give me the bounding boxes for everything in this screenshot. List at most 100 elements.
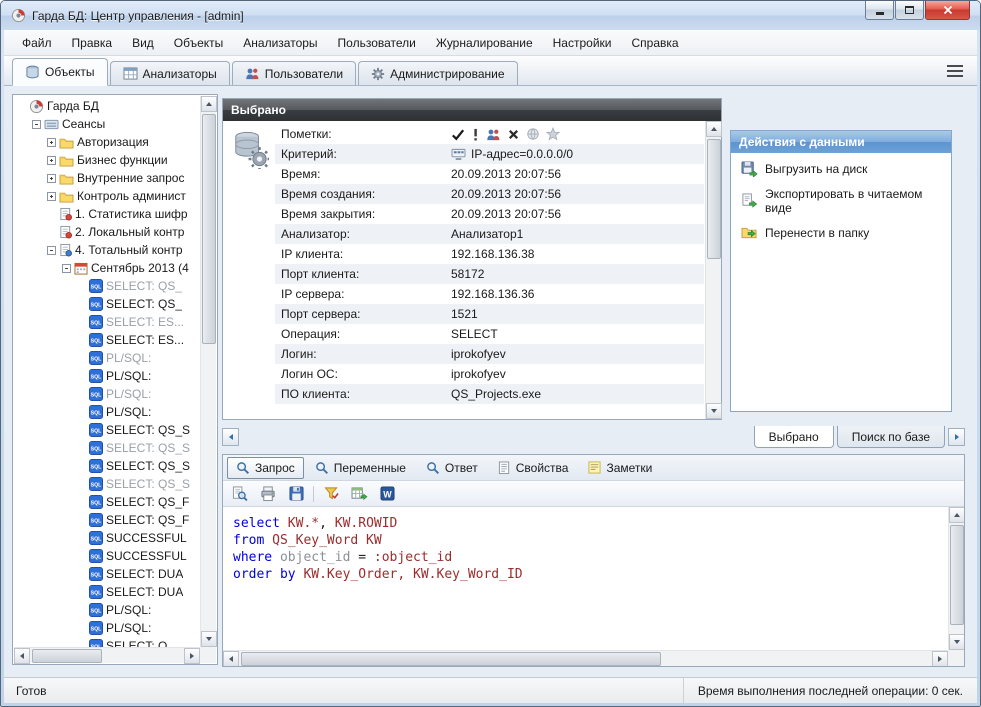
tabs-scroll-right-button[interactable] — [948, 428, 965, 446]
scroll-down-button[interactable] — [706, 403, 722, 419]
tree-item[interactable]: SQLSELECT: QS_S — [14, 421, 200, 439]
scrollbar-thumb[interactable] — [707, 139, 721, 259]
tab-administration[interactable]: Администрирование — [358, 61, 517, 85]
star-icon[interactable] — [546, 127, 560, 141]
editor-horizontal-scrollbar[interactable] — [223, 650, 948, 666]
query-tab-answer[interactable]: Ответ — [417, 457, 487, 479]
menu-users[interactable]: Пользователи — [328, 32, 426, 54]
action-export-readable[interactable]: Экспортировать в читаемом виде — [731, 179, 951, 217]
tree-item[interactable]: SQLPL/SQL: — [14, 385, 200, 403]
tab-users[interactable]: Пользователи — [232, 61, 356, 85]
tree-expander-icon[interactable] — [47, 174, 56, 183]
tree-item[interactable]: Сеансы — [14, 115, 200, 133]
scroll-up-button[interactable] — [706, 121, 722, 137]
check-icon[interactable] — [451, 128, 465, 141]
tree-item[interactable]: SQLPL/SQL: — [14, 367, 200, 385]
tree-item[interactable]: Сентябрь 2013 (4 — [14, 259, 200, 277]
editor-vertical-scrollbar[interactable] — [948, 507, 964, 650]
tree-expander-icon[interactable] — [47, 246, 56, 255]
view-tab-search-db[interactable]: Поиск по базе — [837, 426, 945, 448]
tree-expander-icon[interactable] — [47, 138, 56, 147]
tree-item[interactable]: SQLPL/SQL: — [14, 349, 200, 367]
action-export-disk[interactable]: Выгрузить на диск — [731, 153, 951, 179]
query-tab-variables[interactable]: Переменные — [306, 457, 415, 479]
query-tab-query[interactable]: Запрос — [227, 457, 304, 479]
tree-item[interactable]: SQLSELECT: QS_S — [14, 475, 200, 493]
tree-item[interactable]: SQLPL/SQL: — [14, 619, 200, 637]
close-button[interactable] — [925, 1, 970, 20]
maximize-button[interactable] — [895, 1, 924, 20]
scroll-up-button[interactable] — [949, 507, 964, 523]
scroll-right-button[interactable] — [184, 648, 200, 664]
menu-edit[interactable]: Правка — [62, 32, 123, 54]
tree-item[interactable]: SQLSELECT: QS_F — [14, 493, 200, 511]
menu-file[interactable]: Файл — [12, 32, 62, 54]
cross-icon[interactable] — [507, 128, 520, 141]
tree-item[interactable]: SQLSELECT: DUA — [14, 583, 200, 601]
menu-analyzers[interactable]: Анализаторы — [233, 32, 327, 54]
tree-item[interactable]: SQLSUCCESSFUL — [14, 547, 200, 565]
alert-icon[interactable] — [471, 128, 480, 141]
save-button[interactable] — [285, 484, 307, 504]
scroll-down-button[interactable] — [949, 634, 964, 650]
tree-expander-icon[interactable] — [62, 264, 71, 273]
filter-button[interactable] — [320, 484, 342, 504]
tree-item[interactable]: 4. Тотальный контр — [14, 241, 200, 259]
tree-item[interactable]: SQLSELECT: QS_ — [14, 277, 200, 295]
tree-item[interactable]: SQLSUCCESSFUL — [14, 529, 200, 547]
tree-item[interactable]: 2. Локальный контр — [14, 223, 200, 241]
tree-item[interactable]: SQLSELECT: QS_S — [14, 439, 200, 457]
print-button[interactable] — [257, 484, 279, 504]
tree-item[interactable]: 1. Статистика шифр — [14, 205, 200, 223]
scroll-up-button[interactable] — [201, 96, 217, 112]
web-icon[interactable] — [526, 127, 540, 141]
export-button[interactable] — [348, 484, 370, 504]
menu-settings[interactable]: Настройки — [543, 32, 622, 54]
tab-objects[interactable]: Объекты — [12, 58, 108, 86]
tree-item[interactable]: SQLSELECT: Q — [14, 637, 200, 647]
menu-view[interactable]: Вид — [122, 32, 164, 54]
tree-expander-icon[interactable] — [32, 120, 41, 129]
tree-expander-icon[interactable] — [47, 192, 56, 201]
menu-objects[interactable]: Объекты — [164, 32, 234, 54]
tree-item[interactable]: SQLSELECT: QS_S — [14, 457, 200, 475]
word-button[interactable]: W — [376, 484, 398, 504]
users-icon[interactable] — [486, 128, 501, 141]
tree-item[interactable]: Авторизация — [14, 133, 200, 151]
minimize-button[interactable] — [865, 1, 894, 20]
tree-vertical-scrollbar[interactable] — [200, 96, 216, 647]
tree-item[interactable]: SQLSELECT: ES... — [14, 331, 200, 349]
tree-item[interactable]: Внутренние запрос — [14, 169, 200, 187]
tree-item[interactable]: SQLPL/SQL: — [14, 403, 200, 421]
scrollbar-thumb[interactable] — [32, 649, 102, 663]
tab-analyzers[interactable]: Анализаторы — [110, 61, 230, 85]
action-move-folder[interactable]: Перенести в папку — [731, 217, 951, 242]
tabs-scroll-left-button[interactable] — [222, 428, 239, 446]
tree-item[interactable]: Бизнес функции — [14, 151, 200, 169]
sql-editor[interactable]: select KW.*, KW.ROWIDfrom QS_Key_Word KW… — [223, 507, 964, 666]
titlebar[interactable]: Гарда БД: Центр управления - [admin] — [1, 1, 980, 30]
tree-item[interactable]: SQLSELECT: QS_ — [14, 295, 200, 313]
menu-help[interactable]: Справка — [621, 32, 688, 54]
tree-item[interactable]: SQLSELECT: QS_F — [14, 511, 200, 529]
tree-item[interactable]: Контроль админист — [14, 187, 200, 205]
scroll-left-button[interactable] — [14, 648, 30, 664]
menu-journaling[interactable]: Журналирование — [426, 32, 543, 54]
scroll-right-button[interactable] — [932, 651, 948, 666]
scrollbar-thumb[interactable] — [950, 525, 964, 625]
scrollbar-thumb[interactable] — [241, 652, 661, 666]
preview-button[interactable] — [229, 484, 251, 504]
query-tab-properties[interactable]: Свойства — [489, 457, 578, 479]
scroll-left-button[interactable] — [223, 651, 239, 666]
selected-vertical-scrollbar[interactable] — [705, 121, 721, 419]
tree-item[interactable]: Гарда БД — [14, 97, 200, 115]
scroll-down-button[interactable] — [201, 631, 217, 647]
tree-item[interactable]: SQLSELECT: DUA — [14, 565, 200, 583]
tree-item[interactable]: SQLSELECT: ES... — [14, 313, 200, 331]
tree-horizontal-scrollbar[interactable] — [14, 647, 200, 663]
tree-expander-icon[interactable] — [47, 156, 56, 165]
menu-icon[interactable] — [947, 65, 963, 77]
query-tab-notes[interactable]: Заметки — [579, 457, 661, 479]
tree-item[interactable]: SQLPL/SQL: — [14, 601, 200, 619]
scrollbar-thumb[interactable] — [202, 114, 216, 344]
